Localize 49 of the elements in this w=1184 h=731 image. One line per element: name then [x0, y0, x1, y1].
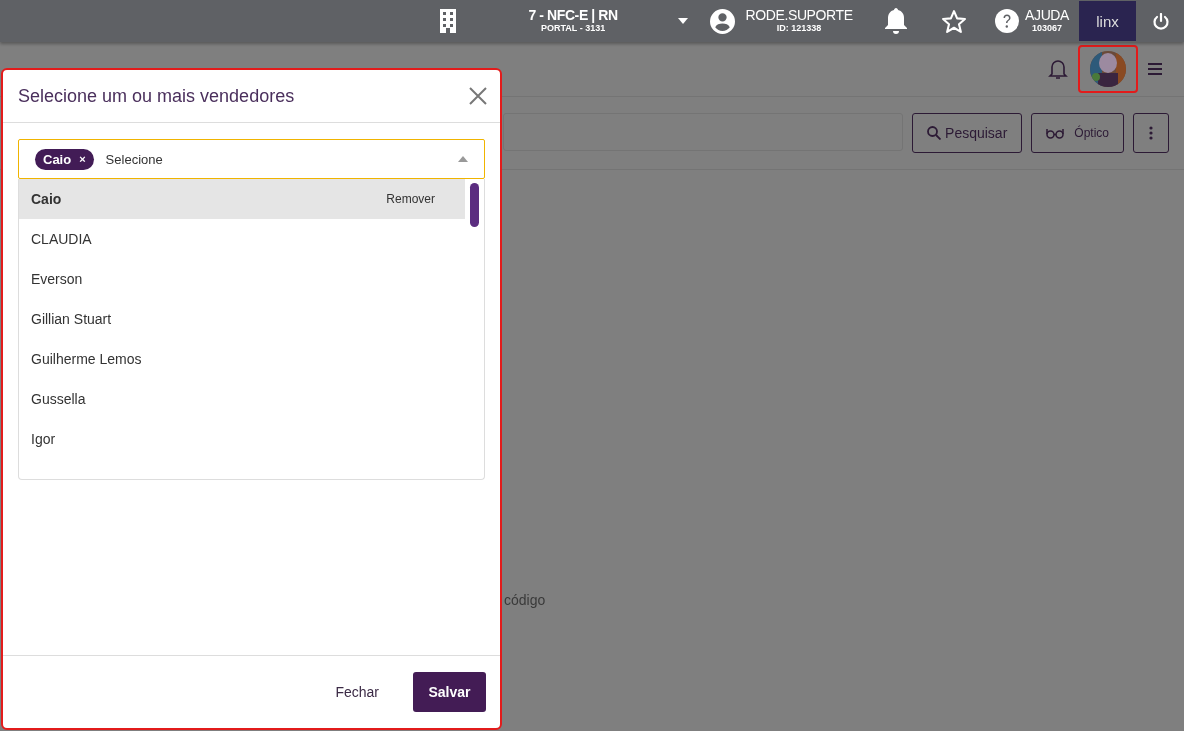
optical-button[interactable]: Óptico	[1031, 113, 1124, 153]
option-item[interactable]: Igor	[19, 419, 465, 459]
search-button[interactable]: Pesquisar	[912, 113, 1023, 153]
user-icon[interactable]	[710, 8, 736, 34]
remove-tag-button[interactable]: ×	[79, 153, 86, 165]
power-icon[interactable]	[1153, 12, 1169, 30]
option-label: Gussella	[31, 391, 86, 407]
help-code: 103067	[1032, 23, 1063, 34]
option-label: Caio	[31, 191, 62, 207]
help-icon[interactable]	[995, 9, 1020, 33]
select-placeholder: Selecione	[105, 151, 164, 167]
user-id: ID: 121338	[776, 23, 822, 34]
more-icon	[1149, 126, 1153, 140]
glasses-icon	[1046, 127, 1065, 139]
caret-icon[interactable]	[678, 18, 689, 24]
option-item[interactable]: Caio Remover	[19, 179, 465, 219]
star-icon[interactable]	[941, 8, 968, 34]
search-icon	[927, 126, 942, 140]
scrollbar-thumb[interactable]	[470, 183, 479, 227]
option-label: CLAUDIA	[31, 231, 92, 247]
option-label: Everson	[31, 271, 83, 287]
avatar-button[interactable]	[1078, 45, 1138, 93]
save-button[interactable]: Salvar	[413, 672, 486, 712]
bell-icon[interactable]	[885, 8, 908, 34]
close-text-button[interactable]: Fechar	[329, 683, 385, 701]
option-item[interactable]: Gussella	[19, 379, 465, 419]
caret-icon[interactable]	[458, 156, 468, 162]
option-label: Gillian Stuart	[31, 311, 112, 327]
remove-label[interactable]: Remover	[386, 192, 435, 206]
help-label: AJUDA	[1025, 8, 1069, 24]
user-name: RODE.SUPORTE	[745, 8, 853, 24]
option-label: Igor	[31, 431, 56, 447]
menu-icon[interactable]	[1148, 63, 1162, 75]
close-button[interactable]	[468, 86, 488, 106]
building-icon[interactable]	[438, 9, 459, 33]
option-label: Guilherme Lemos	[31, 351, 142, 367]
dialog-title: Selecione um ou mais vendedores	[18, 85, 295, 107]
store-name: 7 - NFC-E | RN	[528, 8, 618, 24]
bell-icon[interactable]	[1048, 58, 1068, 80]
option-item[interactable]: Gillian Stuart	[19, 299, 465, 339]
more-button[interactable]	[1133, 113, 1169, 153]
store-portal: PORTAL - 3131	[541, 23, 606, 34]
option-item[interactable]: CLAUDIA	[19, 219, 465, 259]
tag-label: Caio	[43, 151, 72, 167]
search-field[interactable]	[503, 113, 904, 151]
option-item[interactable]: Everson	[19, 259, 465, 299]
option-item[interactable]: Guilherme Lemos	[19, 339, 465, 379]
logo: linx	[1079, 1, 1136, 41]
hint-text: código	[504, 592, 546, 608]
